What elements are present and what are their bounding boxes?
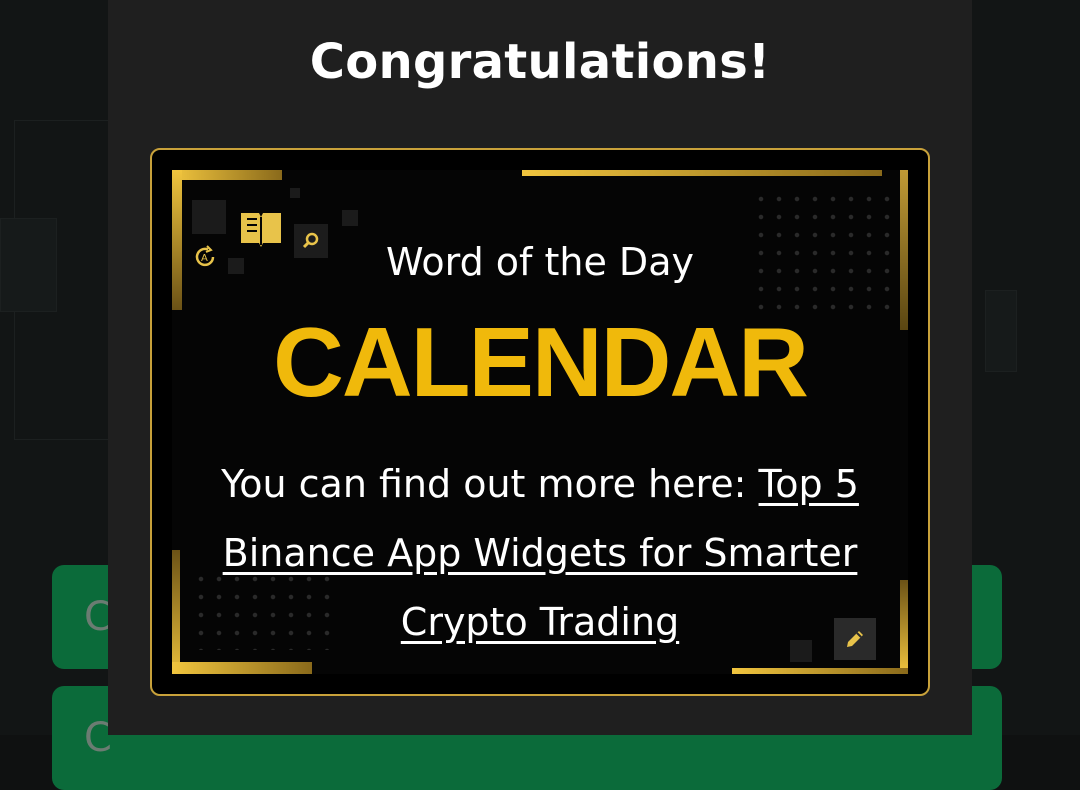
congratulations-modal: Congratulations! A Word of the Day CALEN… (108, 0, 972, 735)
decorative-square (192, 200, 226, 234)
word-of-the-day-heading: Word of the Day (386, 240, 694, 284)
card-artwork: A Word of the Day CALENDAR You can find … (172, 170, 908, 674)
gold-frame-strip (172, 550, 180, 674)
background-ghost-element (985, 290, 1017, 372)
background-ghost-element (0, 218, 57, 312)
edit-icon[interactable] (834, 618, 876, 660)
gold-frame-strip (172, 170, 282, 180)
featured-word: CALENDAR (273, 307, 809, 417)
gold-frame-strip (522, 170, 882, 176)
card-description: You can find out more here: Top 5 Binanc… (202, 450, 878, 657)
word-of-the-day-card: A Word of the Day CALENDAR You can find … (150, 148, 930, 696)
decorative-square (342, 210, 358, 226)
decorative-square (290, 188, 300, 198)
modal-title: Congratulations! (309, 34, 771, 90)
gold-frame-strip (172, 662, 312, 674)
gold-frame-strip (732, 668, 908, 674)
gold-frame-strip (900, 580, 908, 674)
description-prefix: You can find out more here: (221, 462, 759, 506)
